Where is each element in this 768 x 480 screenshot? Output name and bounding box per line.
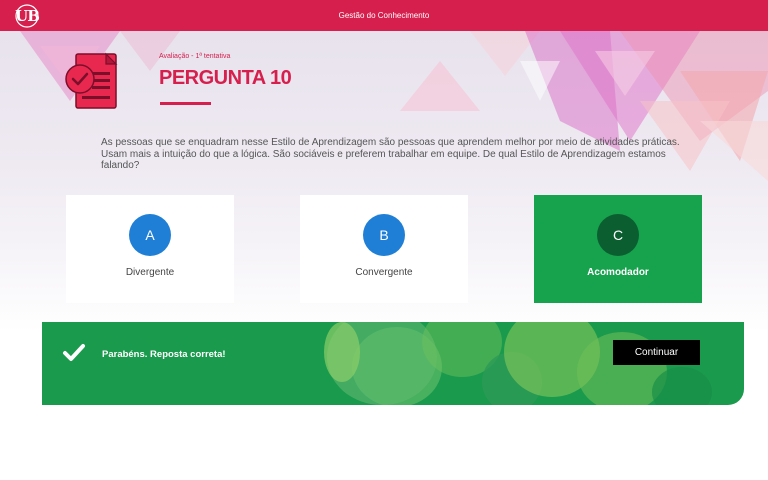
page-title: PERGUNTA 10 — [159, 67, 292, 89]
feedback-message: Parabéns. Reposta correta! — [102, 349, 226, 360]
attempt-breadcrumb: Avaliação - 1ª tentativa — [159, 53, 231, 60]
title-underline — [160, 102, 211, 105]
option-a-letter: A — [129, 214, 171, 256]
top-bar: UB Gestão do Conhecimento — [0, 0, 768, 31]
option-a-label: Divergente — [125, 267, 175, 278]
exam-document-icon — [65, 52, 118, 109]
feedback-panel: Parabéns. Reposta correta! Continuar — [42, 322, 744, 405]
option-c-letter: C — [597, 214, 639, 256]
question-text: As pessoas que se enquadram nesse Estilo… — [101, 137, 680, 171]
option-a[interactable]: A Divergente — [66, 195, 234, 303]
check-icon — [63, 344, 85, 361]
logo[interactable]: UB — [14, 3, 40, 29]
option-b-label: Convergente — [355, 267, 413, 278]
course-title: Gestão do Conhecimento — [338, 11, 430, 20]
continue-button[interactable]: Continuar — [613, 340, 700, 365]
option-b-letter: B — [363, 214, 405, 256]
option-c[interactable]: C Acomodador — [534, 195, 702, 303]
logo-text: UB — [15, 7, 40, 25]
option-b[interactable]: B Convergente — [300, 195, 468, 303]
option-c-label: Acomodador — [587, 267, 649, 278]
